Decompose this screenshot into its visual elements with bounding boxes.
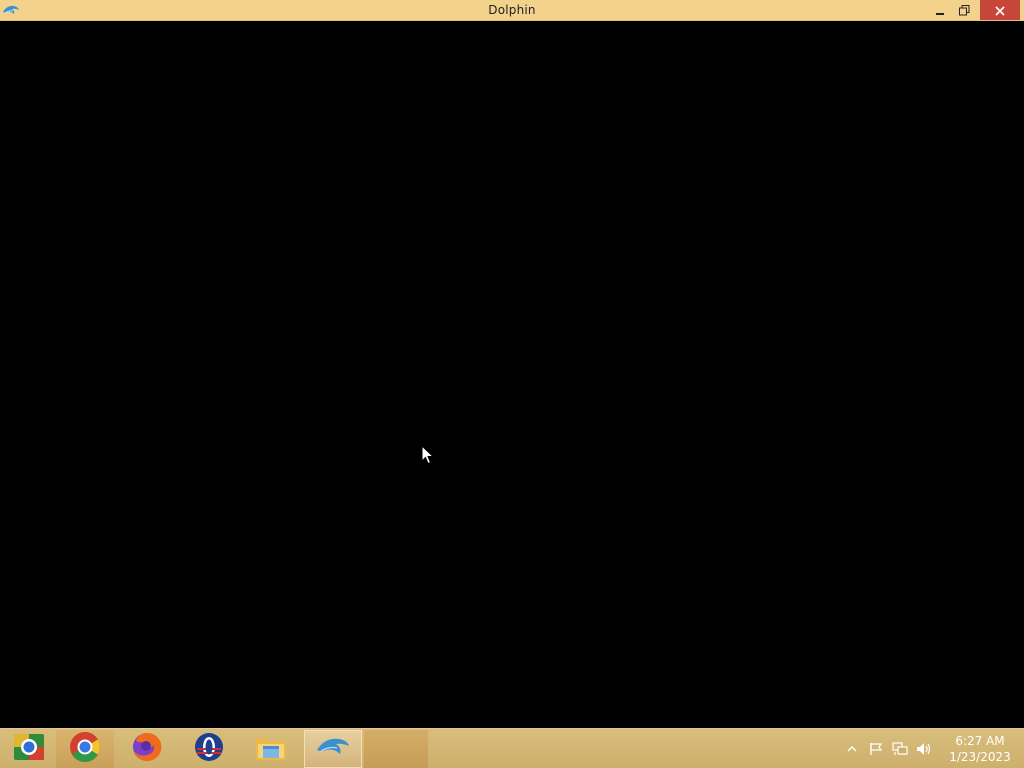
taskbar-app-firefox[interactable] <box>118 730 176 768</box>
folder-icon <box>254 732 288 766</box>
restore-button[interactable] <box>952 0 976 20</box>
taskbar-app-opera[interactable] <box>180 730 238 768</box>
firefox-icon <box>131 731 163 767</box>
minimize-icon <box>935 1 945 20</box>
restore-icon <box>958 1 970 20</box>
taskbar-app-chrome[interactable] <box>56 730 114 768</box>
taskbar-app-file-explorer[interactable] <box>242 730 300 768</box>
taskbar-app-chrome-remote-desktop[interactable] <box>0 730 58 768</box>
close-button[interactable] <box>980 0 1020 20</box>
clock-time: 6:27 AM <box>955 734 1005 748</box>
mouse-cursor-icon <box>421 444 435 465</box>
chrome-remote-desktop-icon <box>12 730 46 768</box>
volume-icon[interactable] <box>916 741 932 757</box>
taskbar: 6:27 AM 1/23/2023 <box>0 728 1024 768</box>
action-center-flag-icon[interactable] <box>868 741 884 757</box>
clock-date: 1/23/2023 <box>949 750 1011 764</box>
minimize-button[interactable] <box>928 0 952 20</box>
window-titlebar[interactable]: Dolphin <box>0 0 1024 21</box>
chrome-icon <box>68 730 102 768</box>
taskbar-app-dolphin[interactable] <box>304 730 362 768</box>
close-icon <box>995 1 1005 20</box>
network-icon[interactable] <box>892 741 908 757</box>
show-hidden-icons-arrow[interactable] <box>844 741 860 757</box>
taskbar-clock[interactable]: 6:27 AM 1/23/2023 <box>940 733 1020 765</box>
opera-icon <box>193 731 225 767</box>
render-viewport[interactable] <box>0 21 1024 728</box>
window-title: Dolphin <box>488 3 536 17</box>
dolphin-icon <box>315 734 351 764</box>
taskbar-empty-slot <box>364 730 428 768</box>
